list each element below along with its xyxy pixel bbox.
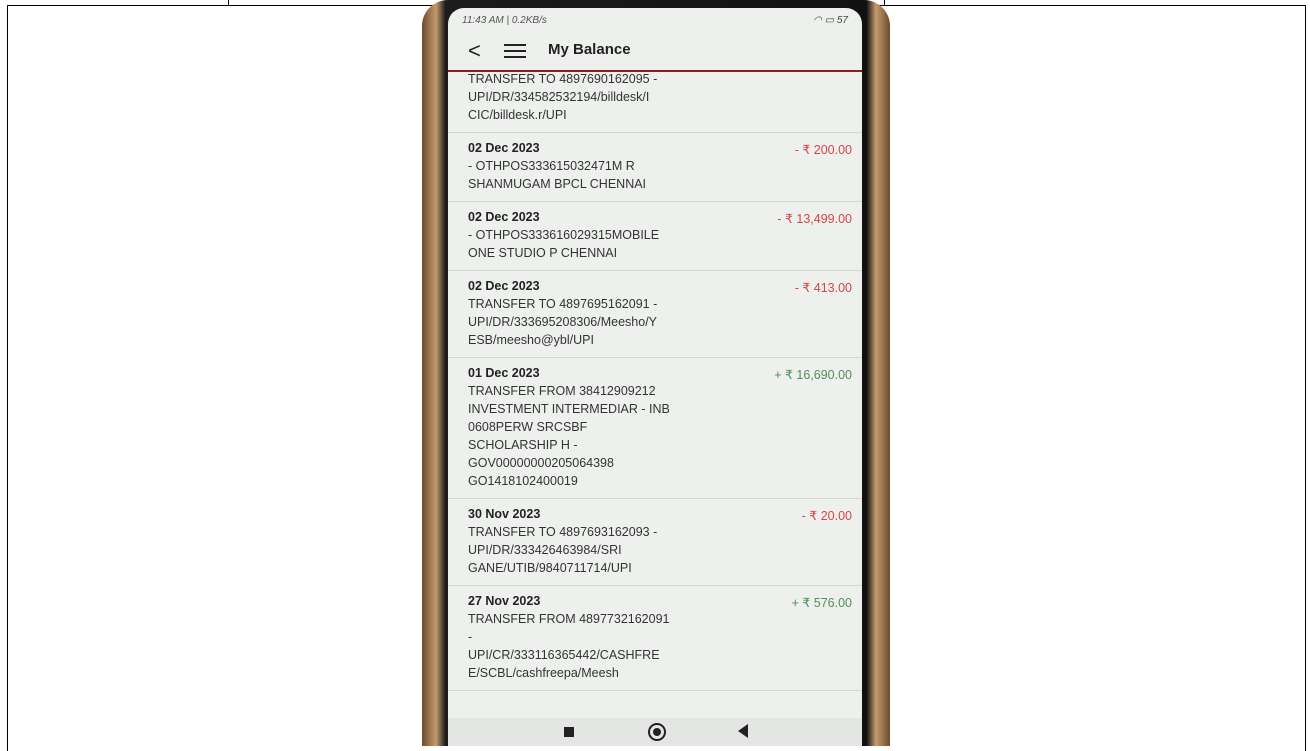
- transaction-row[interactable]: TRANSFER TO 4897690162095 - UPI/DR/33458…: [448, 70, 862, 133]
- transaction-amount: + ₹ 576.00: [791, 596, 852, 610]
- phone-screen: 11:43 AM | 0.2KB/s ◠ ▭ 57 < My Balance T…: [448, 8, 862, 746]
- transaction-amount: - ₹ 413.00: [794, 281, 852, 295]
- status-time: 11:43 AM | 0.2KB/s: [462, 15, 547, 26]
- transaction-description: TRANSFER FROM 4897732162091 - UPI/CR/333…: [468, 612, 670, 680]
- transaction-row[interactable]: 02 Dec 2023- ₹ 200.00- OTHPOS33361503247…: [448, 133, 862, 202]
- transaction-amount: - ₹ 200.00: [794, 143, 852, 157]
- transaction-date: 30 Nov 2023: [468, 507, 541, 521]
- app-bar: < My Balance: [448, 32, 862, 72]
- transaction-description: TRANSFER TO 4897693162093 - UPI/DR/33342…: [468, 525, 658, 575]
- transaction-description: TRANSFER TO 4897690162095 - UPI/DR/33458…: [468, 72, 658, 122]
- wifi-icon: ◠: [813, 15, 822, 26]
- transaction-row[interactable]: 02 Dec 2023- ₹ 413.00 TRANSFER TO 4897695…: [448, 271, 862, 358]
- transaction-row[interactable]: 02 Dec 2023- ₹ 13,499.00- OTHPOS33361602…: [448, 202, 862, 271]
- back-nav-icon[interactable]: [738, 724, 748, 738]
- recents-icon[interactable]: [564, 727, 574, 737]
- transaction-description: TRANSFER TO 4897695162091 - UPI/DR/33369…: [468, 297, 658, 347]
- page-title: My Balance: [548, 41, 631, 58]
- back-icon[interactable]: <: [468, 38, 481, 64]
- battery-level: 57: [836, 15, 848, 26]
- transaction-row[interactable]: 27 Nov 2023 + ₹ 576.00 TRANSFER FROM 48977…: [448, 586, 862, 691]
- transaction-description: - OTHPOS333616029315MOBILE ONE STUDIO P …: [468, 228, 660, 260]
- status-bar: 11:43 AM | 0.2KB/s ◠ ▭ 57: [448, 8, 862, 30]
- status-icons: ◠ ▭ 57: [813, 15, 848, 26]
- home-icon[interactable]: [648, 723, 666, 741]
- transaction-row[interactable]: 30 Nov 2023 - ₹ 20.00 TRANSFER TO 48976931…: [448, 499, 862, 586]
- transaction-description: TRANSFER FROM 38412909212 INVESTMENT INT…: [468, 384, 670, 488]
- transaction-row[interactable]: 01 Dec 2023 + ₹ 16,690.00 TRANSFER FROM 38…: [448, 358, 862, 499]
- transaction-description: - OTHPOS333615032471M R SHANMUGAM BPCL C…: [468, 159, 647, 191]
- hamburger-menu-icon[interactable]: [504, 44, 526, 58]
- transaction-amount: + ₹ 16,690.00: [774, 368, 852, 382]
- android-nav-bar: [448, 718, 862, 746]
- transaction-amount: - ₹ 20.00: [801, 509, 852, 523]
- transaction-amount: - ₹ 13,499.00: [777, 212, 852, 226]
- transaction-list: TRANSFER TO 4897690162095 - UPI/DR/33458…: [448, 70, 862, 691]
- battery-icon: ▭: [824, 15, 835, 26]
